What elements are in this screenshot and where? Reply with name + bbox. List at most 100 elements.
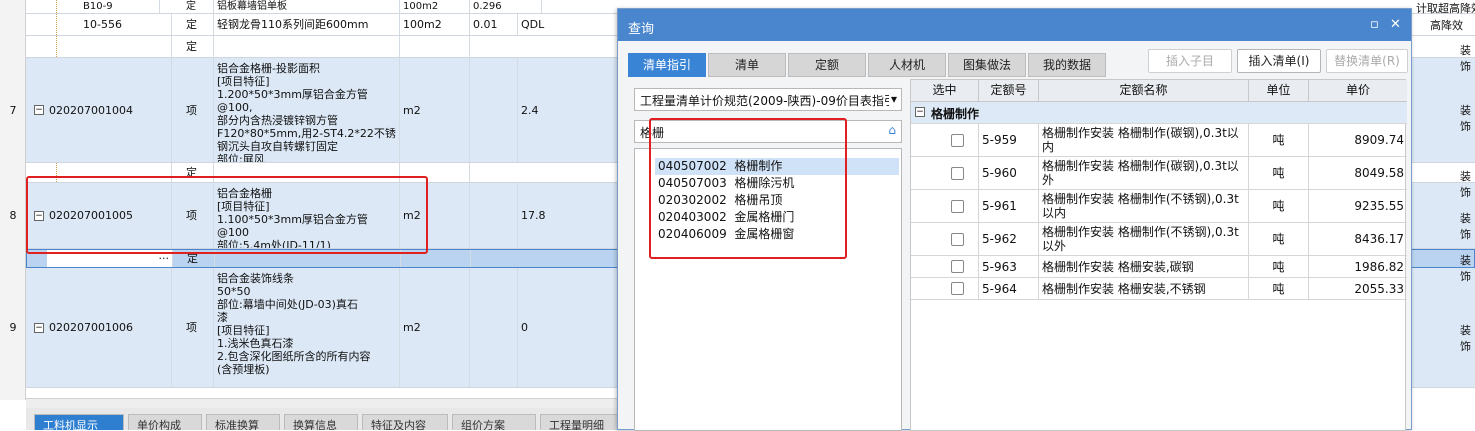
search-icon[interactable]: ⌂ bbox=[888, 123, 896, 137]
right-column-strip: 计取超高降效 高降效 装饰 装饰 装饰 装饰 装饰 装饰 bbox=[1412, 0, 1475, 430]
row-qty: 0.296 bbox=[470, 0, 542, 13]
grid-header: 选中 bbox=[911, 80, 979, 102]
table-row[interactable]: 5-963 格栅制作安装 格栅安装,碳钢 吨 1986.82 bbox=[911, 256, 1407, 278]
row-unit: 100m2 bbox=[400, 14, 470, 35]
row-qty: 2.4 bbox=[518, 58, 618, 162]
dialog-title-bar[interactable]: 查询 bbox=[618, 9, 1411, 41]
grid-header: 单价 bbox=[1309, 80, 1407, 102]
quota-price: 8909.74 bbox=[1354, 133, 1404, 147]
row-name: 轻钢龙骨110系列间距600mm bbox=[214, 14, 400, 35]
bottom-tab-labor-material[interactable]: 工料机显示 bbox=[34, 414, 124, 430]
row-type: 定 bbox=[172, 36, 214, 57]
row-code: 10-556 bbox=[80, 14, 172, 35]
bottom-tab-features[interactable]: 特征及内容 bbox=[362, 414, 448, 430]
quota-unit: 吨 bbox=[1249, 223, 1309, 255]
standard-select-value: 工程量清单计价规范(2009-陕西)-09价目表指引 bbox=[640, 94, 896, 108]
row-code: B10-9 bbox=[80, 0, 160, 13]
quota-unit: 吨 bbox=[1249, 124, 1309, 156]
row-checkbox[interactable] bbox=[951, 200, 964, 213]
row-name: 铝板幕墙铝单板 bbox=[214, 0, 400, 13]
row-qty: 0 bbox=[518, 268, 618, 387]
row-number: 9 bbox=[9, 321, 17, 334]
table-row[interactable]: 5-961 格栅制作安装 格栅制作(不锈钢),0.3t以内 吨 9235.55 bbox=[911, 190, 1407, 223]
right-label: 装饰 bbox=[1460, 170, 1471, 199]
quota-no: 5-961 bbox=[979, 190, 1039, 222]
row-code: 020207001006 bbox=[49, 321, 133, 334]
right-label: 计取超高降效 bbox=[1416, 2, 1475, 15]
collapse-icon[interactable]: − bbox=[915, 107, 925, 117]
quota-no: 5-959 bbox=[979, 124, 1039, 156]
row-type: 项 bbox=[172, 58, 214, 162]
quota-price: 2055.33 bbox=[1354, 281, 1404, 296]
tab-list-guide[interactable]: 清单指引 bbox=[628, 53, 706, 77]
quota-no: 5-960 bbox=[979, 157, 1039, 189]
right-label: 装饰 bbox=[1460, 254, 1471, 283]
group-name: 格栅制作 bbox=[931, 107, 980, 121]
row-unit: m2 bbox=[400, 268, 470, 387]
row-checkbox[interactable] bbox=[951, 167, 964, 180]
row-number: 7 bbox=[9, 103, 17, 117]
row-checkbox[interactable] bbox=[951, 260, 964, 273]
row-number: 8 bbox=[9, 209, 17, 222]
table-row[interactable]: 5-960 格栅制作安装 格栅制作(碳钢),0.3t以外 吨 8049.58 bbox=[911, 157, 1407, 190]
right-label: 装饰 bbox=[1460, 44, 1471, 73]
table-row[interactable]: 5-962 格栅制作安装 格栅制作(不锈钢),0.3t以外 吨 8436.17 bbox=[911, 223, 1407, 256]
quota-name: 格栅制作安装 格栅制作(不锈钢),0.3t以内 bbox=[1039, 190, 1249, 222]
bottom-tab-quantity-detail[interactable]: 工程量明细 bbox=[540, 414, 620, 430]
row-checkbox[interactable] bbox=[951, 282, 964, 295]
table-row[interactable]: 5-959 格栅制作安装 格栅制作(碳钢),0.3t以内 吨 8909.74 bbox=[911, 124, 1407, 157]
replace-list-button[interactable]: 替换清单(R) bbox=[1326, 49, 1408, 73]
collapse-icon[interactable]: − bbox=[34, 105, 44, 115]
dialog-title: 查询 bbox=[628, 22, 655, 37]
collapse-icon[interactable]: − bbox=[34, 322, 44, 333]
row-type: 项 bbox=[172, 268, 214, 387]
grid-header: 定额名称 bbox=[1039, 80, 1249, 102]
bottom-tab-conversion-info[interactable]: 换算信息 bbox=[284, 414, 358, 430]
quota-unit: 吨 bbox=[1249, 256, 1309, 277]
quota-grid: 选中 定额号 定额名称 单位 单价 − 格栅制作 5-959 格栅制作安装 格栅… bbox=[910, 79, 1407, 431]
row-unit: m2 bbox=[400, 58, 470, 162]
standard-select[interactable]: 工程量清单计价规范(2009-陕西)-09价目表指引 ▾ bbox=[634, 88, 902, 111]
query-dialog: 查询 ▫ ✕ 清单指引 清单 定额 人材机 图集做法 我的数据 插入子目 插入清… bbox=[617, 8, 1412, 431]
row-checkbox[interactable] bbox=[951, 134, 964, 147]
right-label: 高降效 bbox=[1430, 19, 1463, 32]
row-unit: 100m2 bbox=[400, 0, 470, 13]
grid-header: 单位 bbox=[1249, 80, 1309, 102]
bottom-tab-pricing-plan[interactable]: 组价方案 bbox=[452, 414, 536, 430]
insert-child-button[interactable]: 插入子目 bbox=[1148, 49, 1232, 73]
tab-atlas[interactable]: 图集做法 bbox=[948, 53, 1026, 77]
tab-list[interactable]: 清单 bbox=[708, 53, 786, 77]
row-type: 定 bbox=[172, 14, 214, 35]
quota-unit: 吨 bbox=[1249, 190, 1309, 222]
quota-name: 格栅制作安装 格栅制作(碳钢),0.3t以外 bbox=[1039, 157, 1249, 189]
right-label: 装饰 bbox=[1460, 212, 1471, 241]
maximize-icon[interactable]: ▫ bbox=[1370, 17, 1379, 32]
group-row[interactable]: − 格栅制作 bbox=[911, 102, 1407, 124]
quota-no: 5-963 bbox=[979, 256, 1039, 277]
quota-no: 5-962 bbox=[979, 223, 1039, 255]
row-qty: 17.8 bbox=[518, 183, 618, 248]
right-label: 装饰 bbox=[1460, 324, 1471, 353]
horizontal-scrollbar[interactable] bbox=[26, 398, 618, 408]
quota-no: 5-964 bbox=[979, 278, 1039, 299]
right-label: 装饰 bbox=[1460, 104, 1471, 133]
row-type: 定 bbox=[172, 0, 214, 13]
quota-name: 格栅制作安装 格栅制作(不锈钢),0.3t以外 bbox=[1039, 223, 1249, 255]
bottom-tab-standard-conversion[interactable]: 标准换算 bbox=[206, 414, 280, 430]
quota-name: 格栅制作安装 格栅安装,碳钢 bbox=[1039, 256, 1249, 277]
table-row[interactable]: 5-964 格栅制作安装 格栅安装,不锈钢 吨 2055.33 bbox=[911, 278, 1407, 300]
bottom-tab-unit-price[interactable]: 单价构成 bbox=[128, 414, 202, 430]
quota-name: 格栅制作安装 格栅制作(碳钢),0.3t以内 bbox=[1039, 124, 1249, 156]
tab-labor-material[interactable]: 人材机 bbox=[868, 53, 946, 77]
row-checkbox[interactable] bbox=[951, 233, 964, 246]
tab-quota[interactable]: 定额 bbox=[788, 53, 866, 77]
tab-my-data[interactable]: 我的数据 bbox=[1028, 53, 1106, 77]
close-icon[interactable]: ✕ bbox=[1390, 17, 1401, 32]
row-name: 铝合金装饰线条 50*50 部位:幕墙中间处(JD-03)真石 漆 [项目特征]… bbox=[214, 268, 400, 387]
insert-list-button[interactable]: 插入清单(I) bbox=[1237, 49, 1321, 73]
quota-unit: 吨 bbox=[1249, 157, 1309, 189]
chevron-down-icon: ▾ bbox=[888, 92, 897, 106]
quota-name: 格栅制作安装 格栅安装,不锈钢 bbox=[1039, 278, 1249, 299]
quota-price: 1986.82 bbox=[1354, 259, 1404, 274]
row-code: 020207001004 bbox=[49, 103, 133, 117]
